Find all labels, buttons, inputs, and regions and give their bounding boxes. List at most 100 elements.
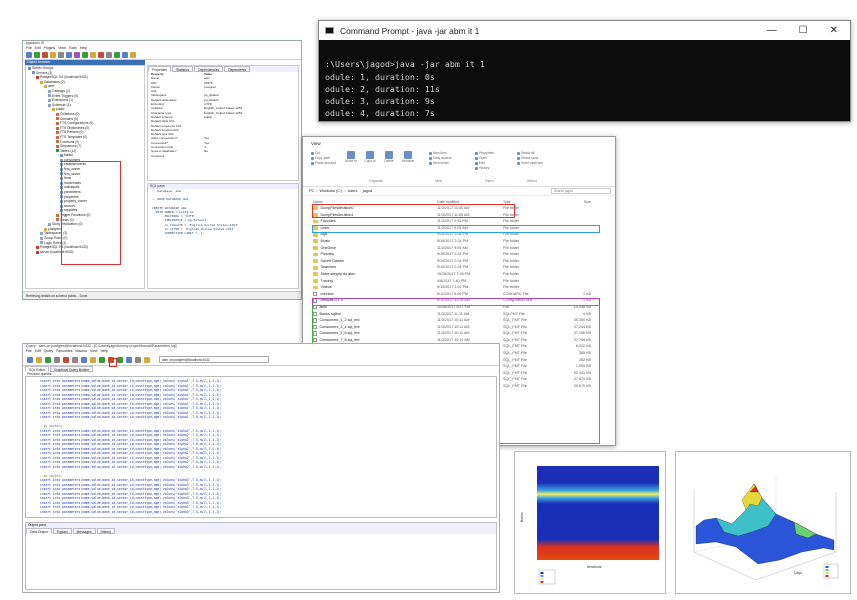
organize-button[interactable]: Move to: [343, 151, 359, 163]
query-toolbar-icon[interactable]: [126, 356, 132, 363]
query-toolbar-icon[interactable]: [135, 356, 141, 363]
query-menu-help[interactable]: Help: [101, 349, 108, 354]
toolbar-button-icon[interactable]: [106, 52, 112, 58]
menu-item-file[interactable]: File: [26, 46, 32, 51]
file-row[interactable]: .defaults-0.1.0 6/11/2017 12:28 AM Configu…: [313, 297, 611, 304]
close-icon[interactable]: ✕: [830, 25, 838, 36]
cmd-console[interactable]: :\Users\jagod>java -jar abm it 1 odule: 1…: [319, 40, 850, 121]
toolbar-button-icon[interactable]: [66, 52, 72, 58]
query-toolbar-icon[interactable]: [45, 356, 51, 363]
new-button[interactable]: Easy access: [429, 156, 452, 160]
file-row[interactable]: Banks.sqlfmt 11/3/2017 11:11 AM SQLFMT Fil…: [313, 311, 611, 318]
open-button[interactable]: Properties: [475, 151, 494, 155]
file-row[interactable]: Favorites 11/3/2017 2:52 PM File folder: [313, 218, 611, 225]
surface-plot-panel: Days: [675, 451, 851, 594]
minimize-icon[interactable]: —: [767, 25, 777, 36]
organize-button[interactable]: Rename: [400, 151, 416, 163]
file-row[interactable]: Stare skrypty do abm 10/28/2017 7:26 PM Fi…: [313, 271, 611, 278]
file-row[interactable]: Saved Games 9/19/2017 2:24 PM File folder: [313, 258, 611, 265]
output-tab-messages[interactable]: Messages: [72, 528, 96, 534]
query-menu-edit[interactable]: Edit: [35, 349, 41, 354]
file-row[interactable]: Consumers_5_6.sql_fmt 11/3/2017 10:11 AM S…: [313, 330, 611, 337]
file-row[interactable]: Searches 9/19/2017 2:24 PM File folder: [313, 264, 611, 271]
query-toolbar-icon[interactable]: [36, 356, 42, 363]
query-menu-macros[interactable]: Macros: [76, 349, 87, 354]
breadcrumb-segment[interactable]: jagod: [363, 189, 372, 193]
query-toolbar-icon[interactable]: [99, 356, 105, 363]
select-button[interactable]: Select all: [517, 151, 543, 155]
toolbar-button-icon[interactable]: [122, 52, 128, 58]
toolbar-button-icon[interactable]: [90, 52, 96, 58]
query-toolbar-icon[interactable]: [27, 356, 33, 363]
organize-button[interactable]: Copy to: [362, 151, 378, 163]
menu-item-view[interactable]: View: [58, 46, 66, 51]
database-select[interactable]: abm on postgres@localhost:5432: [159, 356, 269, 363]
file-row[interactable]: Tracing 4/6/2017 7:40 PM File folder: [313, 278, 611, 285]
toolbar-button-icon[interactable]: [34, 52, 40, 58]
output-tab-data-output[interactable]: Data Output: [26, 528, 52, 534]
open-button[interactable]: History: [475, 166, 494, 170]
new-button[interactable]: New item: [429, 151, 452, 155]
toolbar-button-icon[interactable]: [26, 52, 32, 58]
ribbon-tab-view[interactable]: View: [311, 141, 321, 146]
toolbar-button-icon[interactable]: [42, 52, 48, 58]
toolbar-button-icon[interactable]: [74, 52, 80, 58]
open-button[interactable]: Open: [475, 156, 494, 160]
query-tab-query-builder[interactable]: Graphical Query Builder: [50, 366, 94, 372]
query-toolbar-icon[interactable]: [54, 356, 60, 363]
breadcrumb-segment[interactable]: Windows (C:): [320, 189, 343, 193]
file-row[interactable]: .condarc 6/11/2017 5:09 PM CONDARC File 1 K…: [313, 291, 611, 298]
menu-item-help[interactable]: Help: [80, 46, 87, 51]
file-row[interactable]: Music 9/19/2017 2:24 PM File folder: [313, 238, 611, 245]
file-row[interactable]: Consumers_1_2.sql_fmt 11/3/2017 10:11 AM S…: [313, 317, 611, 324]
clipboard-button[interactable]: Copy path: [311, 156, 336, 160]
breadcrumb-segment[interactable]: Users: [348, 189, 358, 193]
output-tab-explain[interactable]: Explain: [52, 528, 72, 534]
new-button[interactable]: New folder: [429, 161, 452, 165]
query-toolbar-icon[interactable]: [144, 356, 150, 363]
organize-button[interactable]: Delete: [381, 151, 397, 163]
query-toolbar-icon[interactable]: [90, 356, 96, 363]
menu-item-plugins[interactable]: Plugins: [44, 46, 55, 51]
select-button[interactable]: Invert selection: [517, 161, 543, 165]
query-menu-view[interactable]: View: [90, 349, 98, 354]
query-menu-query[interactable]: Query: [44, 349, 54, 354]
toolbar-button-icon[interactable]: [130, 52, 136, 58]
file-row[interactable]: logs 9/25/2017 3:04 PM File folder: [313, 231, 611, 238]
file-row[interactable]: DumpFilesIteration0 11/3/2017 11:05 AM Fil…: [313, 205, 611, 212]
tree-item[interactable]: server (localhost:5432): [26, 250, 144, 255]
file-row[interactable]: DumpFilesIteration1 11/3/2017 11:05 AM Fil…: [313, 212, 611, 219]
clipboard-button[interactable]: Paste shortcut: [311, 161, 336, 165]
file-row[interactable]: Pictures 9/19/2017 2:24 PM File folder: [313, 251, 611, 258]
query-menu-file[interactable]: File: [26, 349, 32, 354]
address-bar[interactable]: PC › Windows (C:) › Users › jagod Search jagod: [303, 187, 615, 196]
toolbar-button-icon[interactable]: [98, 52, 104, 58]
clipboard-button[interactable]: Cut: [311, 151, 336, 155]
file-row[interactable]: OneDrive 11/2/2017 9:05 AM File folder: [313, 245, 611, 252]
tab-dependents[interactable]: Dependents: [224, 66, 251, 72]
menu-item-edit[interactable]: Edit: [35, 46, 41, 51]
toolbar-button-icon[interactable]: [58, 52, 64, 58]
maximize-icon[interactable]: ☐: [799, 25, 808, 36]
file-size: 37,789 KB: [573, 337, 591, 342]
file-row[interactable]: Videos 9/19/2017 2:22 PM File folder: [313, 284, 611, 291]
select-button[interactable]: Select none: [517, 156, 543, 160]
query-toolbar-icon[interactable]: [108, 356, 114, 363]
query-toolbar-icon[interactable]: [72, 356, 78, 363]
query-menu-favourites[interactable]: Favourites: [56, 349, 72, 354]
toolbar-button-icon[interactable]: [82, 52, 88, 58]
toolbar-button-icon[interactable]: [50, 52, 56, 58]
search-input[interactable]: Search jagod: [551, 188, 611, 194]
breadcrumb-segment[interactable]: PC: [309, 189, 314, 193]
query-toolbar-icon[interactable]: [63, 356, 69, 363]
toolbar-button-icon[interactable]: [114, 52, 120, 58]
output-tab-history[interactable]: History: [96, 528, 115, 534]
query-toolbar-icon[interactable]: [117, 356, 123, 363]
sql-editor[interactable]: insert into parameters(name,value,bank_i…: [25, 376, 497, 518]
query-toolbar-icon[interactable]: [81, 356, 87, 363]
menu-item-tools[interactable]: Tools: [69, 46, 77, 51]
file-row[interactable]: abm 10/28/2017 8:47 PM File 14,048 KB: [313, 304, 611, 311]
file-row[interactable]: Consumers_3_4.sql_fmt 11/3/2017 10:11 AM S…: [313, 324, 611, 331]
open-button[interactable]: Edit: [475, 161, 494, 165]
file-row[interactable]: Links 11/3/2017 9:05 AM File folder: [313, 225, 611, 232]
